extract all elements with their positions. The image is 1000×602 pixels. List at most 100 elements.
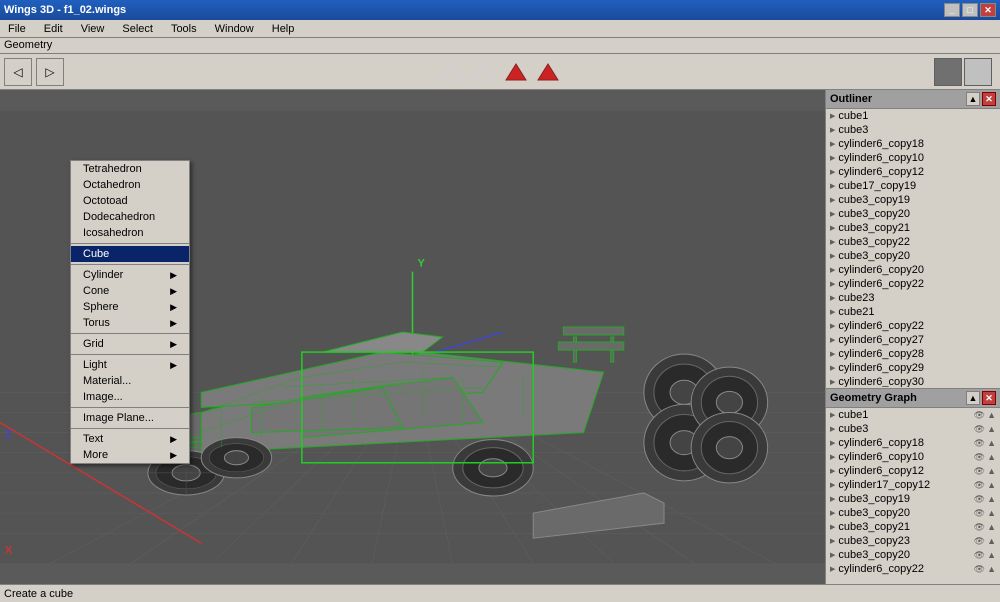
arrow-icon: ▲ bbox=[987, 564, 996, 575]
outliner-item[interactable]: cylinder6_copy30 bbox=[826, 375, 1000, 387]
ctx-more[interactable]: More ▶ bbox=[71, 447, 189, 463]
outliner-item[interactable]: cube3_copy22 bbox=[826, 235, 1000, 249]
menu-bar: File Edit View Select Tools Window Help bbox=[0, 20, 1000, 38]
eye-icon: 👁 bbox=[974, 410, 985, 421]
outliner-item[interactable]: cube21 bbox=[826, 305, 1000, 319]
ctx-cube[interactable]: Cube bbox=[71, 246, 189, 262]
ctx-light[interactable]: Light ▶ bbox=[71, 357, 189, 373]
outliner-item[interactable]: cylinder6_copy12 bbox=[826, 165, 1000, 179]
outliner-item[interactable]: cube3_copy19 bbox=[826, 193, 1000, 207]
minimize-button[interactable]: _ bbox=[944, 3, 960, 17]
outliner-item[interactable]: cube3_copy20 bbox=[826, 207, 1000, 221]
ctx-cone[interactable]: Cone ▶ bbox=[71, 283, 189, 299]
graph-item[interactable]: cube1 👁 ▲ bbox=[826, 408, 1000, 422]
ctx-dodecahedron[interactable]: Dodecahedron bbox=[71, 209, 189, 225]
outliner-item[interactable]: cylinder6_copy28 bbox=[826, 347, 1000, 361]
viewport[interactable]: X Y Z X X bbox=[0, 90, 825, 584]
ctx-sphere[interactable]: Sphere ▶ bbox=[71, 299, 189, 315]
outliner-item[interactable]: cube3 bbox=[826, 123, 1000, 137]
outliner-item[interactable]: cube3_copy20 bbox=[826, 249, 1000, 263]
outliner-item[interactable]: cylinder6_copy20 bbox=[826, 263, 1000, 277]
menu-help[interactable]: Help bbox=[268, 22, 299, 36]
outliner-item[interactable]: cube3_copy21 bbox=[826, 221, 1000, 235]
maximize-button[interactable]: □ bbox=[962, 3, 978, 17]
ctx-icosahedron[interactable]: Icosahedron bbox=[71, 225, 189, 241]
geom-graph-scroll-up[interactable]: ▲ bbox=[966, 391, 980, 405]
outliner-item[interactable]: cylinder6_copy22 bbox=[826, 319, 1000, 333]
geom-graph-title: Geometry Graph bbox=[830, 392, 917, 404]
toolbar-center bbox=[438, 58, 562, 86]
ctx-grid[interactable]: Grid ▶ bbox=[71, 336, 189, 352]
ctx-material[interactable]: Material... bbox=[71, 373, 189, 389]
outliner-item[interactable]: cube17_copy19 bbox=[826, 179, 1000, 193]
outliner-item[interactable]: cylinder6_copy18 bbox=[826, 137, 1000, 151]
ctx-arrow-text: ▶ bbox=[170, 434, 177, 445]
outliner-item[interactable]: cube1 bbox=[826, 109, 1000, 123]
ctx-separator-6 bbox=[71, 428, 189, 429]
outliner-item[interactable]: cylinder6_copy10 bbox=[826, 151, 1000, 165]
ctx-arrow-sphere: ▶ bbox=[170, 302, 177, 313]
graph-item[interactable]: cylinder17_copy12 👁 ▲ bbox=[826, 478, 1000, 492]
arrow-btn-2[interactable] bbox=[470, 58, 498, 86]
arrow-icon: ▲ bbox=[987, 508, 996, 519]
outliner-item[interactable]: cylinder6_copy27 bbox=[826, 333, 1000, 347]
outliner-header-btns: ▲ ✕ bbox=[966, 92, 996, 106]
outliner-item[interactable]: cube23 bbox=[826, 291, 1000, 305]
geom-graph-close-btn[interactable]: ✕ bbox=[982, 391, 996, 405]
menu-window[interactable]: Window bbox=[211, 22, 258, 36]
right-panel: Outliner ▲ ✕ cube1 cube3 cylinder6_copy1… bbox=[825, 90, 1000, 584]
outliner-title: Outliner bbox=[830, 93, 872, 105]
ctx-cylinder[interactable]: Cylinder ▶ bbox=[71, 267, 189, 283]
graph-item[interactable]: cube3_copy19 👁 ▲ bbox=[826, 492, 1000, 506]
ctx-torus[interactable]: Torus ▶ bbox=[71, 315, 189, 331]
menu-view[interactable]: View bbox=[77, 22, 109, 36]
graph-item[interactable]: cylinder6_copy12 👁 ▲ bbox=[826, 464, 1000, 478]
arrow-btn-4[interactable] bbox=[534, 58, 562, 86]
ctx-octotoad[interactable]: Octotoad bbox=[71, 193, 189, 209]
graph-item[interactable]: cube3 👁 ▲ bbox=[826, 422, 1000, 436]
toolbar-right-btn[interactable]: ▷ bbox=[36, 58, 64, 86]
menu-file[interactable]: File bbox=[4, 22, 30, 36]
outliner-item[interactable]: cylinder6_copy29 bbox=[826, 361, 1000, 375]
arrow-icon: ▲ bbox=[987, 466, 996, 477]
close-button[interactable]: ✕ bbox=[980, 3, 996, 17]
window-controls[interactable]: _ □ ✕ bbox=[944, 3, 996, 17]
menu-select[interactable]: Select bbox=[118, 22, 157, 36]
eye-icon: 👁 bbox=[974, 480, 985, 491]
geom-graph-list[interactable]: cube1 👁 ▲ cube3 👁 ▲ cylinder6_copy18 bbox=[826, 408, 1000, 583]
graph-item[interactable]: cube3_copy20 👁 ▲ bbox=[826, 506, 1000, 520]
svg-text:Y: Y bbox=[418, 258, 426, 270]
arrow-icon: ▲ bbox=[987, 522, 996, 533]
outliner-list[interactable]: cube1 cube3 cylinder6_copy18 cylinder6_c… bbox=[826, 109, 1000, 387]
outliner-close-btn[interactable]: ✕ bbox=[982, 92, 996, 106]
graph-item[interactable]: cube3_copy23 👁 ▲ bbox=[826, 534, 1000, 548]
toolbar-left-btn[interactable]: ◁ bbox=[4, 58, 32, 86]
ctx-octahedron[interactable]: Octahedron bbox=[71, 177, 189, 193]
view-btn-2[interactable] bbox=[964, 58, 992, 86]
graph-item[interactable]: cube3_copy20 👁 ▲ bbox=[826, 548, 1000, 562]
arrow-btn-1[interactable] bbox=[438, 58, 466, 86]
geom-graph-header-btns: ▲ ✕ bbox=[966, 391, 996, 405]
ctx-image-plane[interactable]: Image Plane... bbox=[71, 410, 189, 426]
graph-item[interactable]: cube3_copy21 👁 ▲ bbox=[826, 520, 1000, 534]
eye-icon: 👁 bbox=[974, 550, 985, 561]
menu-tools[interactable]: Tools bbox=[167, 22, 201, 36]
ctx-image[interactable]: Image... bbox=[71, 389, 189, 405]
outliner-scroll-up[interactable]: ▲ bbox=[966, 92, 980, 106]
outliner-item[interactable]: cylinder6_copy22 bbox=[826, 277, 1000, 291]
window-title: Wings 3D - f1_02.wings bbox=[4, 4, 126, 16]
ctx-arrow-light: ▶ bbox=[170, 360, 177, 371]
toolbar-right bbox=[934, 58, 992, 86]
arrow-icon: ▲ bbox=[987, 438, 996, 449]
menu-edit[interactable]: Edit bbox=[40, 22, 67, 36]
ctx-text[interactable]: Text ▶ bbox=[71, 431, 189, 447]
graph-item[interactable]: cylinder6_copy10 👁 ▲ bbox=[826, 450, 1000, 464]
arrow-btn-3[interactable] bbox=[502, 58, 530, 86]
view-btn-1[interactable] bbox=[934, 58, 962, 86]
arrow-icon: ▲ bbox=[987, 494, 996, 505]
graph-item[interactable]: cylinder6_copy18 👁 ▲ bbox=[826, 436, 1000, 450]
graph-item[interactable]: cylinder6_copy22 👁 ▲ bbox=[826, 562, 1000, 576]
ctx-tetrahedron[interactable]: Tetrahedron bbox=[71, 161, 189, 177]
outliner-panel: Outliner ▲ ✕ cube1 cube3 cylinder6_copy1… bbox=[826, 90, 1000, 389]
ctx-separator-4 bbox=[71, 354, 189, 355]
